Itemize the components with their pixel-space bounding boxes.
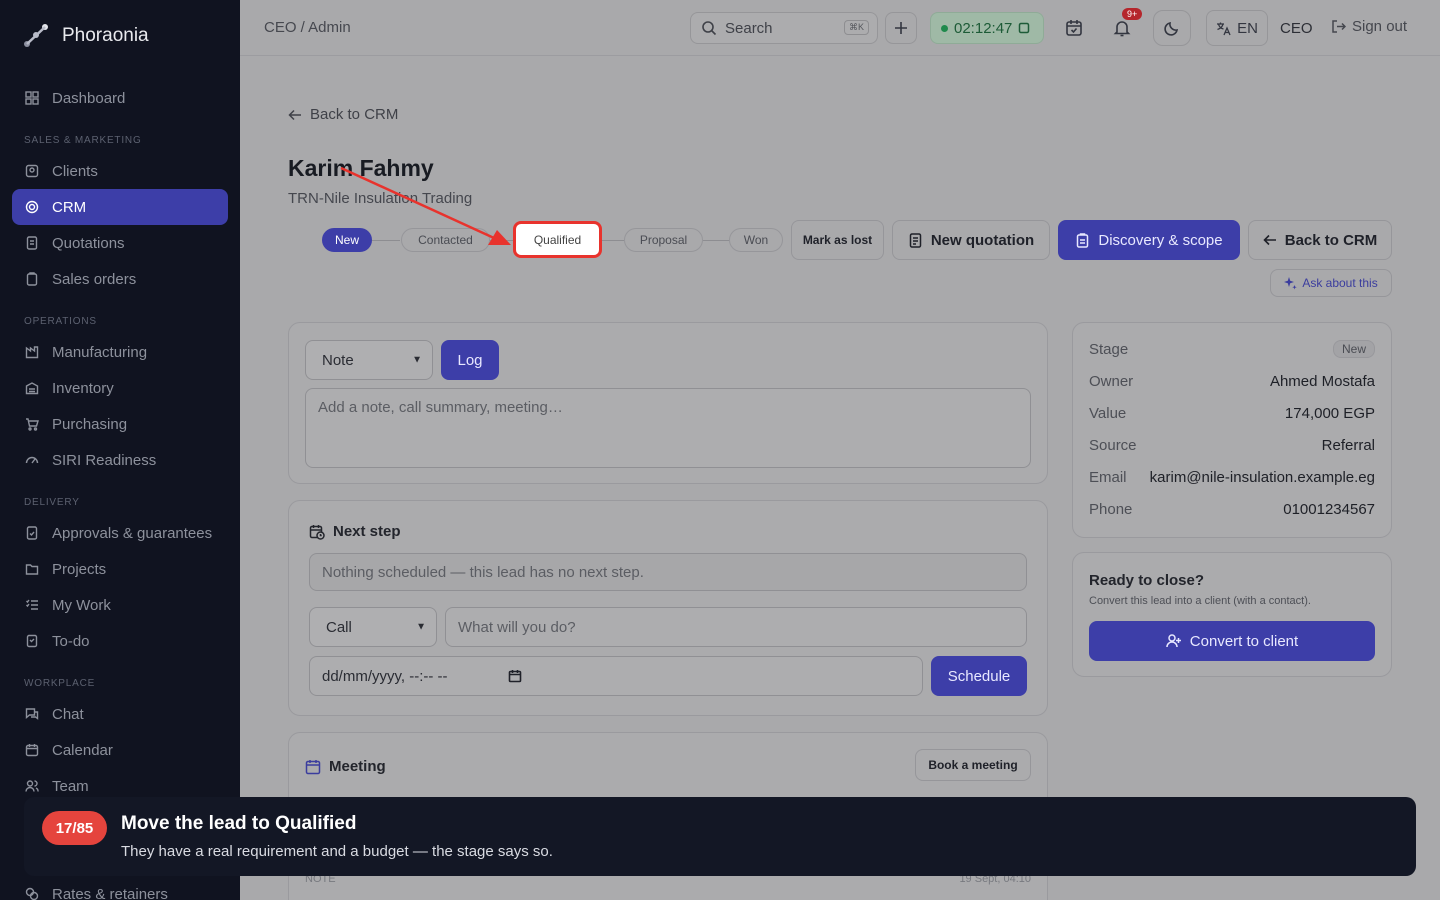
annotation-arrow: [340, 166, 511, 245]
tour-step-badge: 17/85: [42, 811, 107, 845]
tour-banner: 17/85 Move the lead to Qualified They ha…: [24, 797, 1416, 876]
tour-subtitle: They have a real requirement and a budge…: [121, 843, 553, 860]
tour-title: Move the lead to Qualified: [121, 813, 357, 834]
